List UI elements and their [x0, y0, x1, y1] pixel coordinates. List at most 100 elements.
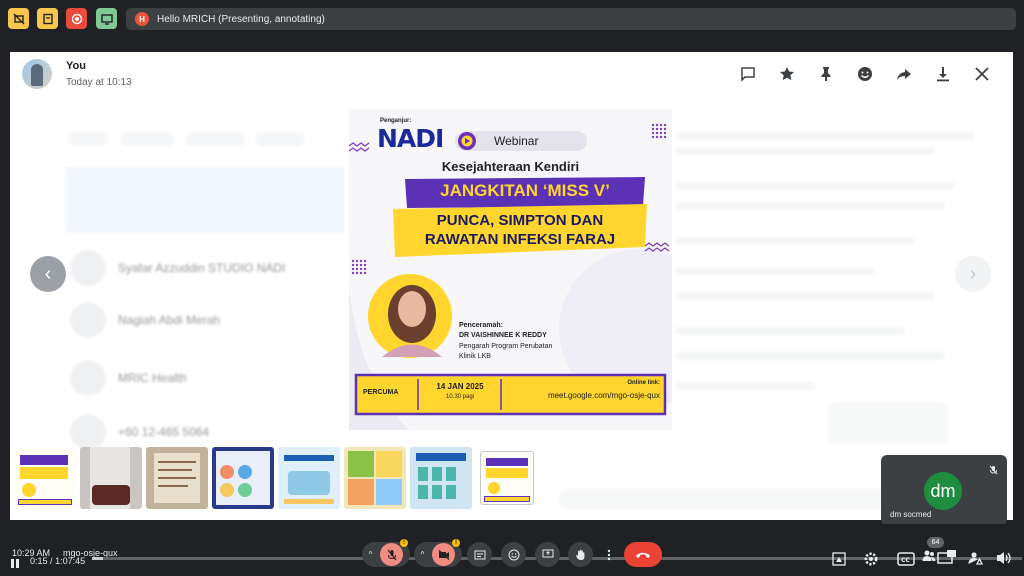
thumbnail[interactable] — [212, 447, 274, 509]
people-icon — [922, 550, 936, 561]
screen-icon[interactable] — [96, 8, 117, 29]
bg-chat-title: Syafar Azzuddin STUDIO NADI — [118, 261, 286, 275]
gear-icon — [864, 552, 878, 566]
settings-button[interactable] — [863, 551, 879, 572]
host-controls-button[interactable] — [967, 550, 984, 571]
thumbnail[interactable] — [80, 447, 142, 509]
presenting-text: Hello MRICH (Presenting, annotating) — [157, 13, 325, 25]
warning-badge-icon: ! — [400, 539, 408, 547]
participant-avatar: dm — [924, 472, 962, 510]
event-time: 10.30 pagi — [445, 394, 475, 400]
link-label: Online link: — [627, 380, 660, 386]
mic-off-button[interactable] — [380, 543, 404, 566]
participant-tile[interactable]: dm dm socmed — [881, 455, 1007, 525]
chevron-left-icon: ‹ — [44, 262, 52, 285]
keep-icon[interactable] — [37, 8, 58, 29]
time-total: 1:07:45 — [55, 556, 86, 566]
progress-fill — [92, 557, 104, 560]
organizer-logo: NADI — [377, 124, 444, 153]
poster-subtitle: Kesejahteraan Kendiri — [441, 159, 580, 174]
leave-call-button[interactable] — [624, 542, 662, 567]
chevron-up-icon: ^ — [368, 550, 373, 559]
record-icon[interactable] — [66, 8, 87, 29]
captions-icon — [474, 550, 485, 559]
reactions-button[interactable] — [501, 542, 526, 567]
close-icon[interactable] — [962, 63, 1001, 85]
webinar-label: Webinar — [494, 134, 539, 148]
bg-chat-title: Nagiah Abdi Merah — [118, 313, 221, 327]
avatar — [22, 59, 52, 89]
comment-icon[interactable] — [728, 63, 767, 85]
webinar-poster-image: Penganjur: NADI Webinar Kesejahteraan Ke… — [349, 109, 672, 430]
event-date: 14 JAN 2025 — [436, 382, 484, 391]
mic-off-icon — [989, 462, 998, 480]
thumbnail-selected[interactable] — [480, 451, 534, 505]
sender-info: You Today at 10:13 — [22, 59, 132, 89]
forward-icon[interactable] — [884, 63, 923, 85]
sent-timestamp: Today at 10:13 — [66, 77, 132, 88]
screen-share-icon — [937, 550, 956, 564]
svg-text:CC: CC — [901, 557, 910, 564]
pause-button[interactable] — [10, 556, 20, 568]
emoji-icon — [508, 549, 519, 560]
speaker-label: Penceramah: — [459, 322, 503, 329]
pause-icon — [11, 559, 19, 568]
next-image-button[interactable]: › — [955, 256, 991, 292]
raise-hand-button[interactable] — [568, 542, 593, 567]
speaker-org: Klinik LKB — [459, 353, 491, 360]
people-count-badge: 64 — [927, 537, 944, 548]
thumbnail-strip — [14, 447, 538, 509]
time-elapsed: 0:15 — [30, 556, 48, 566]
activities-icon — [832, 552, 846, 566]
download-icon[interactable] — [923, 63, 962, 85]
host-controls-icon — [968, 552, 984, 565]
mic-off-icon — [387, 549, 397, 560]
emoji-icon[interactable] — [845, 63, 884, 85]
playback-time: 0:15 / 1:07:45 — [30, 556, 85, 566]
speaker-icon — [997, 552, 1011, 564]
chevron-right-icon: › — [969, 262, 977, 285]
speaker-name: DR VAISHINNEE K REDDY — [459, 332, 547, 339]
previous-image-button[interactable]: ‹ — [30, 256, 66, 292]
present-screen-icon — [542, 549, 553, 558]
warning-badge-icon: ! — [452, 539, 460, 547]
thumbnail[interactable] — [344, 447, 406, 509]
people-button[interactable] — [922, 549, 936, 568]
presenter-avatar: H — [135, 12, 149, 26]
thumbnail[interactable] — [410, 447, 472, 509]
presentation-top-bar: H Hello MRICH (Presenting, annotating) — [0, 0, 1024, 40]
participant-name: dm socmed — [890, 510, 932, 519]
poster-headline-line1: PUNCA, SIMPTON DAN — [436, 212, 604, 229]
captions-button[interactable] — [467, 542, 492, 567]
bg-chat-title: +60 12-465 5064 — [118, 425, 210, 439]
more-options-button[interactable] — [600, 542, 618, 567]
present-button[interactable] — [535, 542, 560, 567]
whiteboard-button[interactable] — [832, 552, 846, 571]
captions-toggle-button[interactable]: CC — [897, 551, 915, 572]
thumbnail[interactable] — [14, 447, 76, 509]
camera-off-icon — [438, 549, 450, 560]
sender-name: You — [66, 60, 86, 72]
chevron-up-icon: ^ — [420, 550, 425, 559]
audio-output-button[interactable] — [995, 550, 1013, 571]
hand-icon — [576, 549, 585, 560]
pin-icon[interactable] — [806, 63, 845, 85]
fee-label: PERCUMA — [363, 389, 399, 396]
thumbnail[interactable] — [278, 447, 340, 509]
speaker-role: Pengarah Program Perubatan — [459, 343, 553, 350]
star-icon[interactable] — [767, 63, 806, 85]
viewer-toolbar — [728, 63, 1001, 85]
more-vert-icon — [607, 549, 611, 560]
media-viewer: Syafar Azzuddin STUDIO NADI Nagiah Abdi … — [10, 52, 1013, 520]
poster-headline: JANGKITAN ‘MISS V’ — [440, 181, 610, 200]
layout-button[interactable] — [937, 549, 957, 570]
hide-icon[interactable] — [8, 8, 29, 29]
closed-captions-icon: CC — [897, 552, 915, 566]
camera-off-button[interactable] — [432, 543, 456, 566]
meeting-link: meet.google.com/mgo-osje-qux — [547, 391, 660, 400]
presenting-banner: H Hello MRICH (Presenting, annotating) — [126, 8, 1016, 30]
thumbnail[interactable] — [146, 447, 208, 509]
bg-chat-title: MRIC Health — [118, 371, 187, 385]
phone-hangup-icon — [636, 552, 650, 558]
poster-headline-line2: RAWATAN INFEKSI FARAJ — [424, 231, 616, 248]
